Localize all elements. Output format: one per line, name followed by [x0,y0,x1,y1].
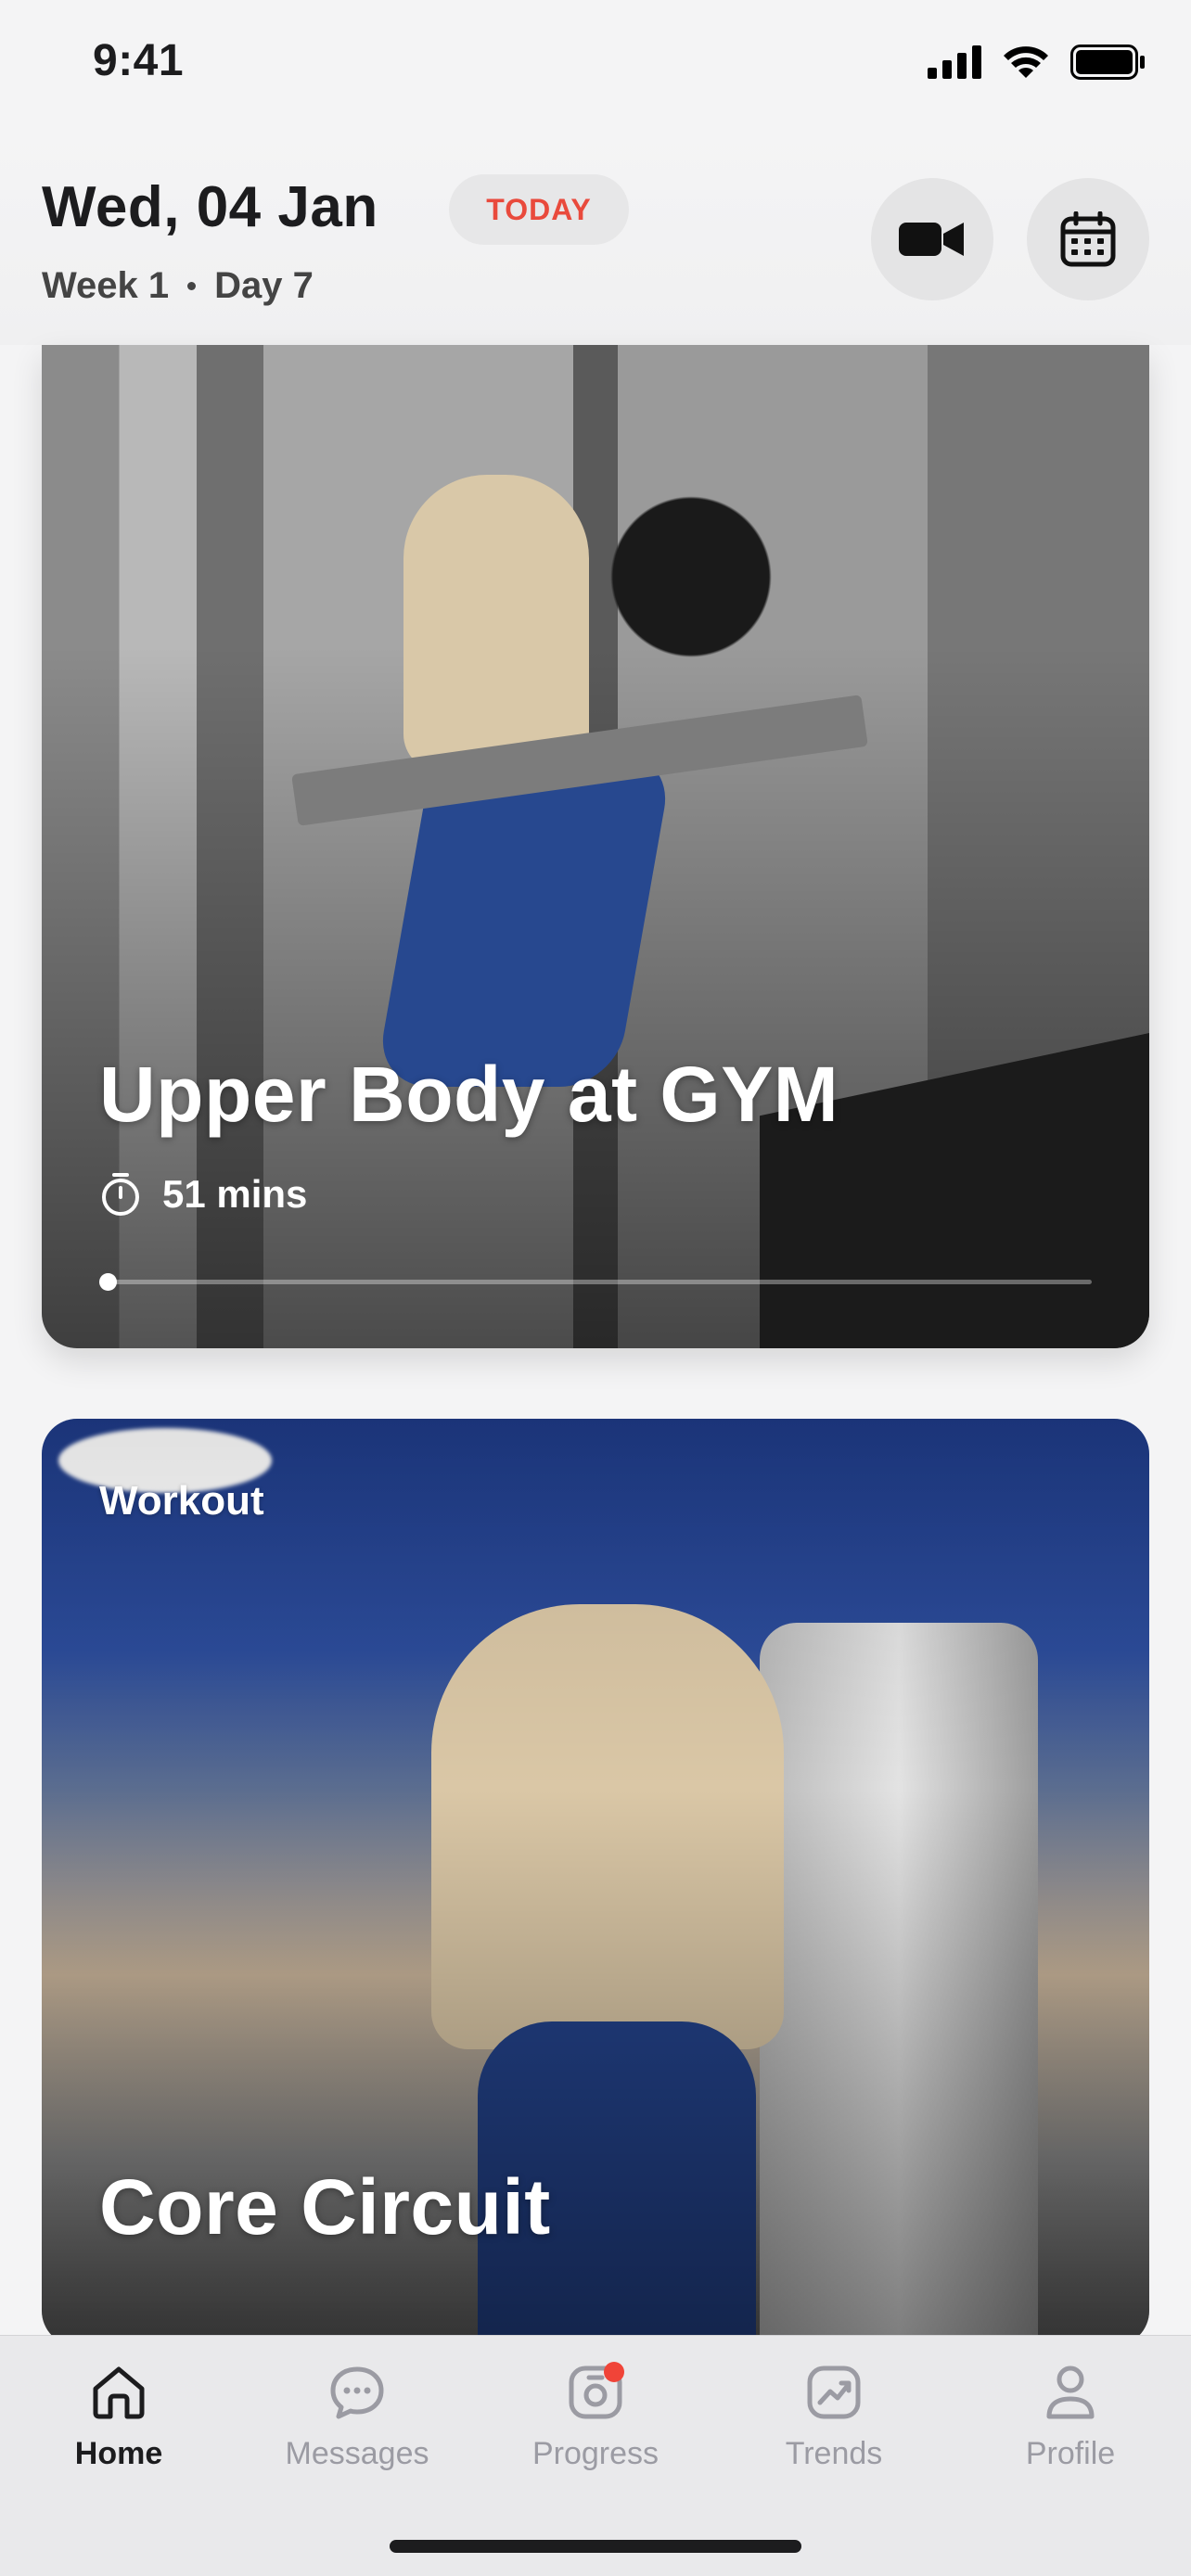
week-day-line: Week 1 Day 7 [42,265,314,307]
workout-card-core-circuit[interactable]: Workout Core Circuit [42,1419,1149,2346]
notification-badge [604,2362,624,2382]
day-header: Wed, 04 Jan TODAY Week 1 Day 7 [0,130,1191,345]
workout-duration: 51 mins [99,1172,307,1217]
chat-icon [325,2360,390,2425]
tab-label: Home [74,2436,163,2471]
status-time: 9:41 [93,36,185,85]
tab-label: Progress [531,2436,660,2471]
calendar-button[interactable] [1027,178,1149,300]
home-indicator [390,2540,801,2553]
today-badge[interactable]: TODAY [449,174,629,245]
tab-label: Messages [285,2436,429,2471]
tab-label: Trends [785,2436,883,2471]
wifi-icon [1004,46,1048,78]
tab-home[interactable]: Home [17,2360,221,2472]
video-button[interactable] [871,178,993,300]
workout-category: Workout [99,1478,264,1524]
status-icons [928,45,1146,80]
video-camera-icon [899,223,964,256]
tab-trends[interactable]: Trends [732,2360,936,2472]
signal-icon [928,45,981,79]
person-icon [1038,2360,1103,2425]
tab-label: Profile [1025,2436,1116,2471]
timer-icon [102,1173,139,1216]
camera-icon [563,2360,628,2425]
page-title: Wed, 04 Jan [42,175,378,239]
tab-progress[interactable]: Progress [493,2360,698,2472]
day-label: Day 7 [214,265,314,306]
separator-dot [187,282,197,290]
tab-messages[interactable]: Messages [255,2360,459,2472]
workout-title: Upper Body at GYM [99,1051,839,1138]
workout-title: Core Circuit [99,2163,551,2251]
progress-knob[interactable] [99,1273,117,1291]
calendar-icon [1060,211,1116,267]
home-icon [86,2360,151,2425]
duration-label: 51 mins [162,1172,308,1216]
workout-progress[interactable] [99,1273,1092,1291]
week-label: Week 1 [42,265,170,306]
status-bar: 9:41 [0,0,1191,130]
battery-icon [1070,45,1145,80]
trend-chart-icon [801,2360,866,2425]
tab-profile[interactable]: Profile [968,2360,1172,2472]
workout-card-upper-body[interactable]: Upper Body at GYM 51 mins [42,345,1149,1348]
